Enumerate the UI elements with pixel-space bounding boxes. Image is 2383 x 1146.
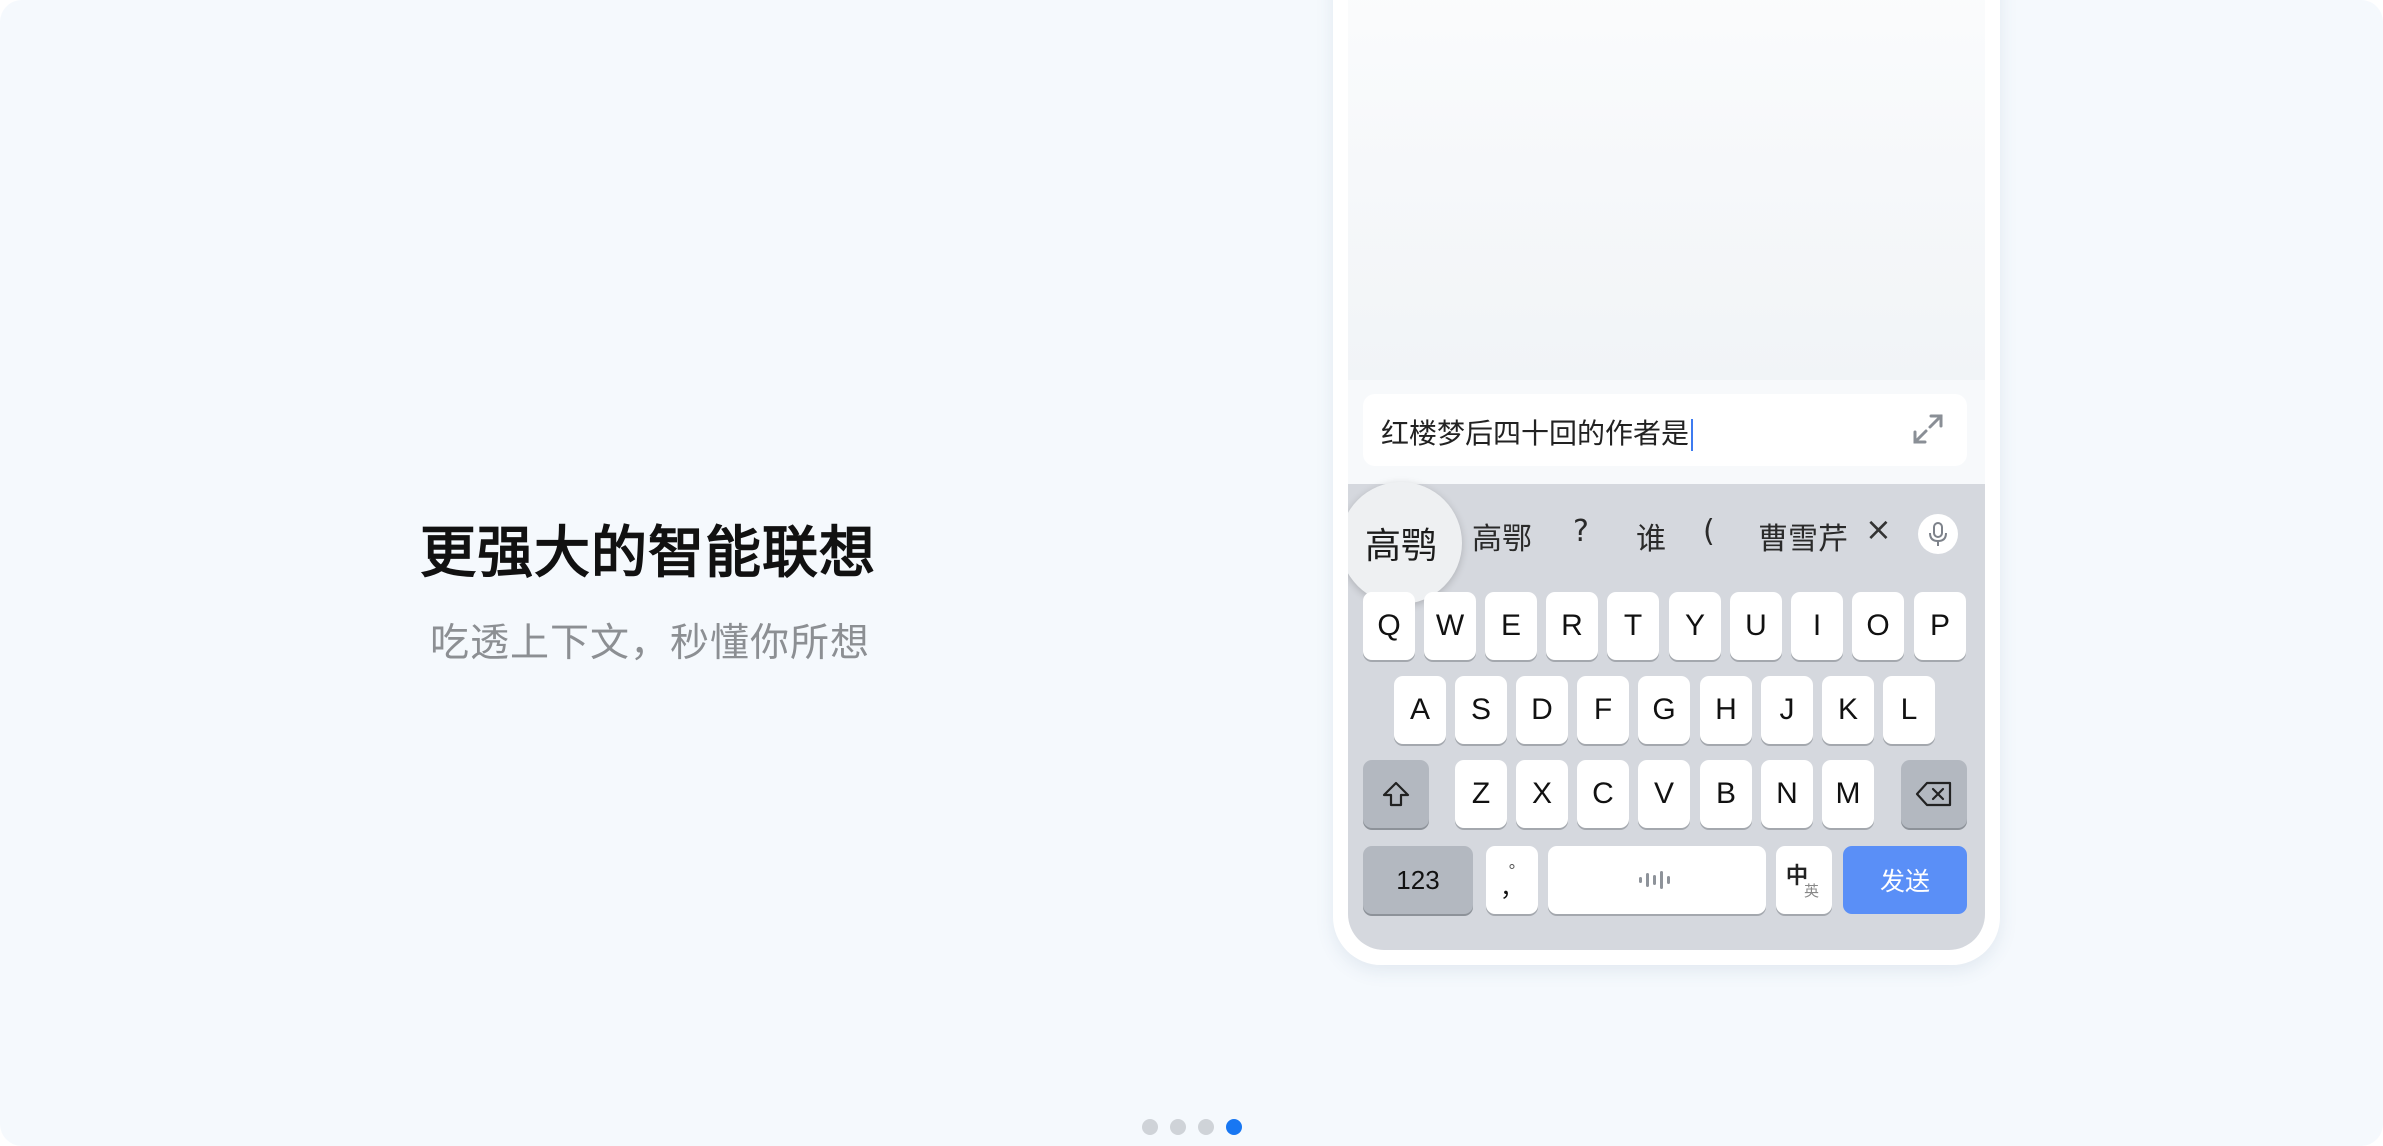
key-y[interactable]: Y	[1669, 592, 1721, 660]
candidate-item[interactable]: (	[1703, 514, 1715, 549]
microphone-icon[interactable]	[1918, 514, 1958, 554]
candidate-item[interactable]: 谁	[1636, 514, 1666, 558]
backspace-key[interactable]	[1901, 760, 1967, 828]
key-f[interactable]: F	[1577, 676, 1629, 744]
phone-screen: 红楼梦后四十回的作者是 高鹗 高鄂 ? 谁 ( 曹雪芹 × Q W E R T …	[1348, 0, 1985, 950]
page-dot-active[interactable]	[1226, 1119, 1242, 1135]
input-text: 红楼梦后四十回的作者是	[1381, 417, 1690, 450]
chat-input-field[interactable]: 红楼梦后四十回的作者是	[1363, 394, 1967, 466]
key-o[interactable]: O	[1852, 592, 1904, 660]
key-s[interactable]: S	[1455, 676, 1507, 744]
feature-headline: 更强大的智能联想	[420, 521, 876, 586]
onboarding-card: 更强大的智能联想 吃透上下文，秒懂你所想 红楼梦后四十回的作者是 高鹗 高鄂 ?	[0, 0, 2383, 1146]
key-v[interactable]: V	[1638, 760, 1690, 828]
key-a[interactable]: A	[1394, 676, 1446, 744]
key-m[interactable]: M	[1822, 760, 1874, 828]
page-dot[interactable]	[1170, 1119, 1186, 1135]
key-t[interactable]: T	[1607, 592, 1659, 660]
key-z[interactable]: Z	[1455, 760, 1507, 828]
candidate-bar: 高鹗 高鄂 ? 谁 ( 曹雪芹 ×	[1348, 482, 1985, 604]
candidate-highlighted[interactable]: 高鹗	[1348, 482, 1462, 604]
text-caret	[1691, 419, 1694, 451]
key-r[interactable]: R	[1546, 592, 1598, 660]
key-d[interactable]: D	[1516, 676, 1568, 744]
page-dot[interactable]	[1198, 1119, 1214, 1135]
key-g[interactable]: G	[1638, 676, 1690, 744]
key-h[interactable]: H	[1700, 676, 1752, 744]
key-k[interactable]: K	[1822, 676, 1874, 744]
key-l[interactable]: L	[1883, 676, 1935, 744]
keyboard: 高鹗 高鄂 ? 谁 ( 曹雪芹 × Q W E R T Y U I O P A …	[1348, 482, 1985, 950]
key-b[interactable]: B	[1700, 760, 1752, 828]
input-text-wrap: 红楼梦后四十回的作者是	[1381, 412, 1694, 452]
lang-secondary-label: 英	[1804, 883, 1820, 900]
space-key[interactable]	[1548, 846, 1766, 914]
shift-arrow-icon	[1382, 781, 1410, 807]
key-e[interactable]: E	[1485, 592, 1537, 660]
close-candidates-button[interactable]: ×	[1865, 510, 1892, 548]
language-switch-key[interactable]: 中 英	[1776, 846, 1832, 914]
key-i[interactable]: I	[1791, 592, 1843, 660]
backspace-icon	[1915, 781, 1952, 807]
phone-mockup: 红楼梦后四十回的作者是 高鹗 高鄂 ? 谁 ( 曹雪芹 × Q W E R T …	[1333, 0, 2000, 965]
chat-area	[1348, 0, 1985, 380]
page-dot[interactable]	[1142, 1119, 1158, 1135]
key-w[interactable]: W	[1424, 592, 1476, 660]
shift-key[interactable]	[1363, 760, 1429, 828]
key-j[interactable]: J	[1761, 676, 1813, 744]
feature-subheadline: 吃透上下文，秒懂你所想	[430, 621, 871, 666]
key-q[interactable]: Q	[1363, 592, 1415, 660]
microphone-glyph	[1929, 522, 1947, 546]
punctuation-key[interactable]: ° ，	[1486, 846, 1538, 914]
key-u[interactable]: U	[1730, 592, 1782, 660]
numbers-key[interactable]: 123	[1363, 846, 1473, 914]
key-n[interactable]: N	[1761, 760, 1813, 828]
candidate-item[interactable]: 曹雪芹	[1758, 514, 1848, 558]
candidate-item[interactable]: ?	[1573, 514, 1589, 549]
expand-arrows-icon[interactable]	[1911, 412, 1945, 446]
key-p[interactable]: P	[1914, 592, 1966, 660]
candidate-item[interactable]: 高鄂	[1472, 514, 1532, 558]
key-x[interactable]: X	[1516, 760, 1568, 828]
send-button[interactable]: 发送	[1843, 846, 1967, 914]
punct-main-label: ，	[1500, 875, 1524, 902]
voice-wave-icon	[1639, 871, 1670, 889]
key-c[interactable]: C	[1577, 760, 1629, 828]
